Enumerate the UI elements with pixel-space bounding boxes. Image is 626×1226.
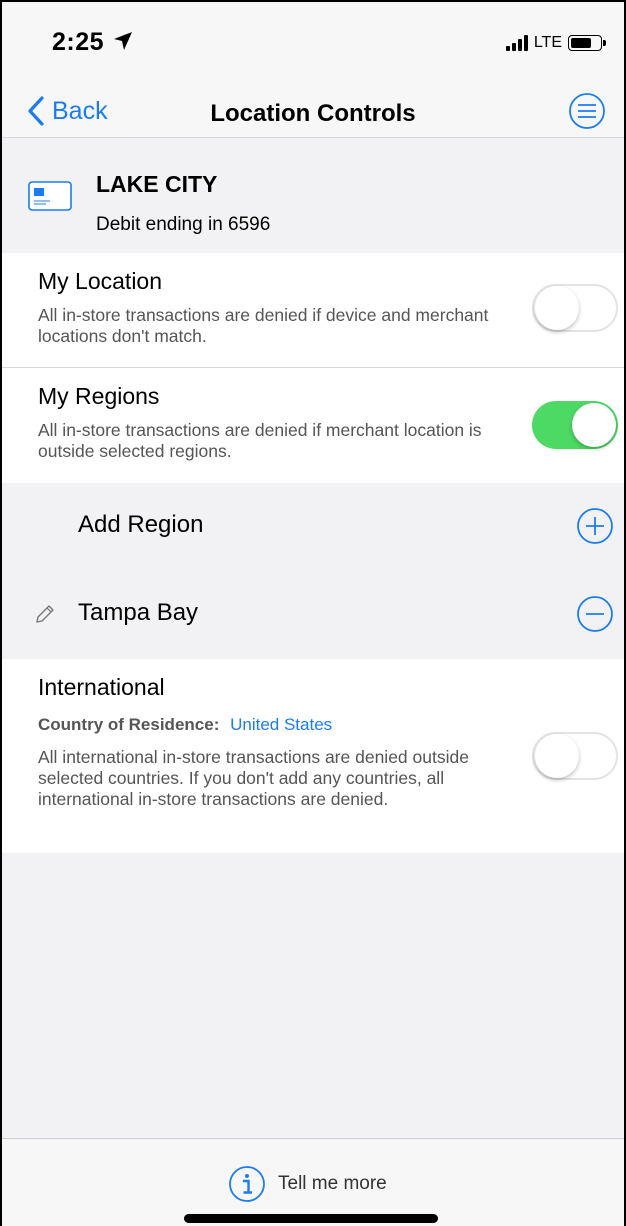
battery-icon	[568, 35, 606, 51]
country-of-residence: Country of Residence: United States	[38, 715, 332, 735]
my-regions-toggle[interactable]	[532, 401, 618, 449]
my-location-title: My Location	[38, 268, 163, 294]
international-title: International	[38, 674, 165, 700]
card-subtitle: Debit ending in 6596	[96, 214, 271, 235]
my-regions-description: All in-store transactions are denied if …	[38, 420, 482, 461]
menu-icon[interactable]	[568, 92, 606, 130]
status-time: 2:25	[52, 28, 105, 56]
my-regions-section: My Regions All in-store transactions are…	[2, 368, 624, 483]
card-name: LAKE CITY	[96, 171, 218, 197]
network-label: LTE	[533, 34, 562, 51]
region-row[interactable]: Tampa Bay	[2, 571, 624, 659]
my-location-section: My Location All in-store transactions ar…	[2, 253, 624, 367]
international-description: All international in-store transactions …	[38, 747, 469, 809]
remove-circle-icon[interactable]	[576, 595, 614, 633]
navigation-bar: Back Location Controls	[2, 86, 624, 138]
my-location-toggle[interactable]	[532, 284, 618, 332]
tell-me-more-label: Tell me more	[278, 1173, 387, 1194]
region-name: Tampa Bay	[78, 599, 199, 626]
app-screen: 2:25 LTE Back Location Controls LAKE CIT…	[0, 0, 626, 1226]
card-header: LAKE CITY Debit ending in 6596	[2, 139, 624, 253]
residence-label: Country of Residence:	[38, 715, 220, 734]
info-icon	[229, 1166, 265, 1202]
pencil-icon[interactable]	[34, 603, 56, 625]
signal-icon	[505, 35, 528, 51]
add-region-row[interactable]: Add Region	[2, 483, 624, 571]
home-indicator[interactable]	[184, 1214, 438, 1223]
add-circle-icon[interactable]	[576, 507, 614, 545]
status-bar: 2:25 LTE	[2, 2, 624, 86]
footer: Tell me more	[2, 1138, 624, 1226]
residence-country-link[interactable]: United States	[230, 715, 332, 734]
my-location-description: All in-store transactions are denied if …	[38, 305, 489, 346]
tell-me-more-button[interactable]: Tell me more	[228, 1165, 387, 1203]
status-indicators: LTE	[505, 32, 606, 54]
debit-card-icon	[28, 181, 72, 211]
location-arrow-icon	[114, 32, 132, 50]
page-title: Location Controls	[210, 100, 416, 127]
international-section: International Country of Residence: Unit…	[2, 659, 624, 853]
international-toggle[interactable]	[532, 732, 618, 780]
my-regions-title: My Regions	[38, 383, 160, 409]
add-region-label: Add Region	[78, 511, 204, 538]
